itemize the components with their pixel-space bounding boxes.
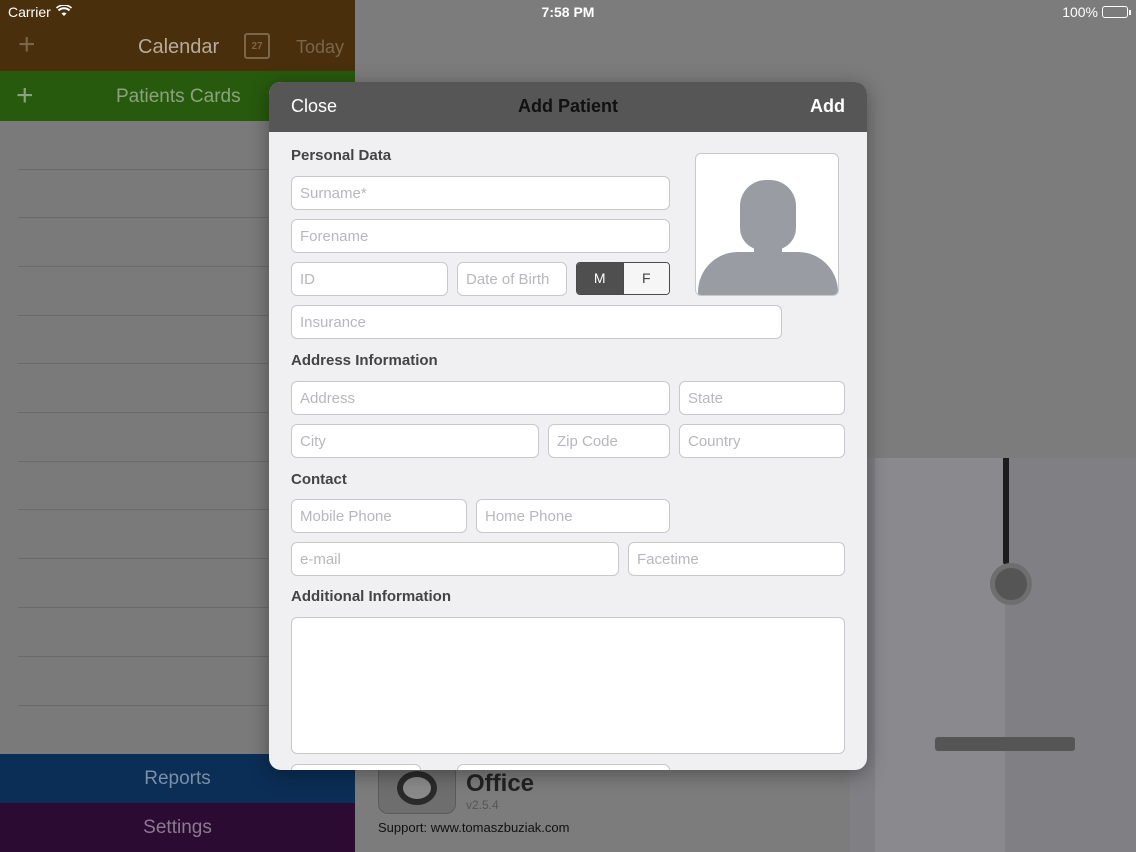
clock: 7:58 PM bbox=[541, 4, 595, 20]
home-phone-input[interactable] bbox=[476, 499, 670, 533]
additional-information-textarea[interactable] bbox=[291, 617, 845, 754]
stethoscope-head bbox=[990, 563, 1032, 605]
stethoscope-tube bbox=[1003, 455, 1009, 565]
sidebar-settings[interactable]: Settings bbox=[0, 803, 355, 852]
personal-data-heading: Personal Data bbox=[291, 147, 392, 164]
zip-code-input[interactable] bbox=[548, 424, 670, 458]
country-input[interactable] bbox=[679, 424, 845, 458]
add-patient-modal: Close Add Patient Add Personal Data M F … bbox=[269, 82, 867, 770]
doctor-coat bbox=[875, 455, 1005, 852]
sidebar-patients-label: Patients Cards bbox=[116, 86, 241, 107]
address-input[interactable] bbox=[291, 381, 670, 415]
modal-title: Add Patient bbox=[517, 96, 618, 116]
partial-field[interactable] bbox=[457, 764, 670, 770]
gender-segmented-control: M F bbox=[576, 262, 670, 295]
surname-input[interactable] bbox=[291, 176, 670, 210]
partial-field[interactable] bbox=[291, 764, 421, 770]
battery-icon bbox=[1102, 6, 1131, 18]
contact-heading: Contact bbox=[291, 471, 347, 488]
additional-information-heading: Additional Information bbox=[291, 588, 451, 605]
mobile-phone-input[interactable] bbox=[291, 499, 467, 533]
insurance-input[interactable] bbox=[291, 305, 782, 339]
battery-percentage: 100% bbox=[1062, 4, 1098, 20]
support-label: Support: bbox=[378, 820, 431, 835]
state-input[interactable] bbox=[679, 381, 845, 415]
address-information-heading: Address Information bbox=[291, 352, 438, 369]
email-input[interactable] bbox=[291, 542, 619, 576]
gender-female-segment[interactable]: F bbox=[622, 263, 669, 294]
avatar-placeholder-icon[interactable] bbox=[695, 153, 839, 296]
gender-male-segment[interactable]: M bbox=[577, 263, 623, 294]
add-patient-plus-icon[interactable]: + bbox=[16, 81, 34, 111]
add-appointment-plus-icon[interactable]: + bbox=[18, 30, 36, 60]
city-input[interactable] bbox=[291, 424, 539, 458]
id-input[interactable] bbox=[291, 262, 448, 296]
tablet-image bbox=[935, 737, 1075, 751]
forename-input[interactable] bbox=[291, 219, 670, 253]
calendar-icon[interactable]: 27 bbox=[244, 33, 270, 59]
date-of-birth-input[interactable] bbox=[457, 262, 567, 296]
support-line: Support: www.tomaszbuziak.com bbox=[378, 820, 569, 835]
today-button[interactable]: Today bbox=[296, 37, 344, 58]
modal-header: Close Add Patient Add bbox=[269, 82, 867, 132]
status-bar: Carrier 7:58 PM 100% bbox=[0, 0, 1136, 24]
add-button[interactable]: Add bbox=[810, 96, 845, 117]
sidebar-calendar-label: Calendar bbox=[138, 36, 220, 58]
app-version: v2.5.4 bbox=[466, 798, 499, 812]
brand-name: Office bbox=[466, 770, 535, 797]
support-link[interactable]: www.tomaszbuziak.com bbox=[431, 820, 570, 835]
facetime-input[interactable] bbox=[628, 542, 845, 576]
